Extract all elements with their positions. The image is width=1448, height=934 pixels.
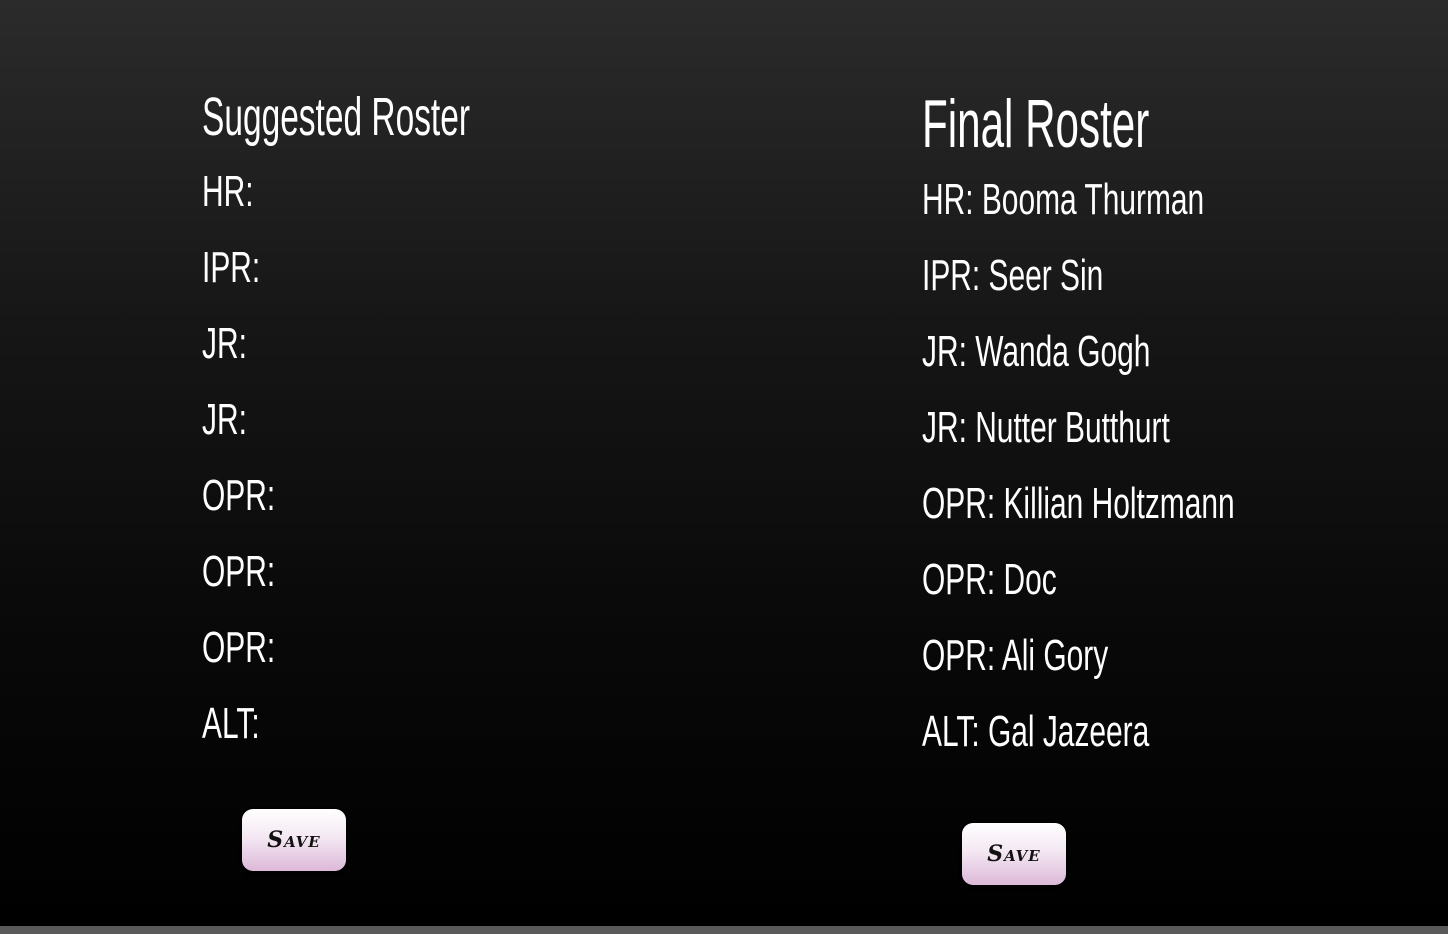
roster-row-3: JR: Wanda Gogh	[922, 326, 1422, 402]
final-roster-title: Final Roster	[922, 86, 1150, 162]
role-label: JR:	[922, 327, 967, 376]
role-label: OPR:	[202, 547, 276, 596]
final-roster-panel: Final Roster HR: Booma Thurman IPR: Seer …	[922, 86, 1422, 782]
member-name: Gal Jazeera	[987, 707, 1150, 756]
roster-row-5: OPR: Killian Holtzmann	[922, 478, 1422, 554]
roster-row-6: OPR:	[202, 546, 762, 622]
member-name: Nutter Butthurt	[975, 403, 1170, 452]
roster-row-text: ALT: Gal Jazeera	[922, 706, 1149, 758]
suggested-roster-panel: Suggested Roster HR: IPR: JR: JR: OPR: O…	[202, 86, 762, 774]
member-name: Booma Thurman	[981, 175, 1205, 224]
role-label: OPR:	[202, 471, 276, 520]
role-label: HR:	[922, 175, 974, 224]
roster-row-text: IPR:	[202, 242, 260, 294]
suggested-roster-title: Suggested Roster	[202, 87, 471, 147]
roster-row-text: OPR:	[202, 622, 275, 674]
roster-row-2: IPR: Seer Sin	[922, 250, 1422, 326]
member-name: Seer Sin	[988, 251, 1104, 300]
roster-row-text: JR: Nutter Butthurt	[922, 402, 1170, 454]
roster-page: Suggested Roster HR: IPR: JR: JR: OPR: O…	[0, 0, 1448, 926]
roster-row-text: OPR:	[202, 470, 275, 522]
role-label: IPR:	[922, 251, 981, 300]
roster-row-text: JR: Wanda Gogh	[922, 326, 1150, 378]
role-label: ALT:	[922, 707, 980, 756]
role-label: OPR:	[922, 631, 996, 680]
roster-row-text: HR:	[202, 166, 254, 218]
member-name: Wanda Gogh	[975, 327, 1151, 376]
roster-row-4: JR:	[202, 394, 762, 470]
roster-row-7: OPR:	[202, 622, 762, 698]
role-label: OPR:	[922, 479, 996, 528]
final-save-label: Save	[987, 841, 1041, 867]
roster-row-7: OPR: Ali Gory	[922, 630, 1422, 706]
suggested-roster-list: HR: IPR: JR: JR: OPR: OPR: OPR: ALT:	[202, 166, 762, 774]
role-label: HR:	[202, 167, 254, 216]
role-label: JR:	[202, 395, 247, 444]
member-name: Ali Gory	[1001, 631, 1109, 680]
final-save-button[interactable]: Save	[962, 823, 1066, 885]
roster-row-text: OPR:	[202, 546, 275, 598]
roster-row-text: OPR: Doc	[922, 554, 1057, 606]
role-label: OPR:	[922, 555, 996, 604]
roster-row-text: IPR: Seer Sin	[922, 250, 1103, 302]
roster-row-text: OPR: Ali Gory	[922, 630, 1108, 682]
roster-row-1: HR:	[202, 166, 762, 242]
roster-row-text: JR:	[202, 394, 247, 446]
roster-row-text: JR:	[202, 318, 247, 370]
roster-row-6: OPR: Doc	[922, 554, 1422, 630]
role-label: OPR:	[202, 623, 276, 672]
roster-row-text: HR: Booma Thurman	[922, 174, 1204, 226]
suggested-save-button[interactable]: Save	[242, 809, 346, 871]
member-name: Doc	[1003, 555, 1057, 604]
role-label: IPR:	[202, 243, 261, 292]
role-label: ALT:	[202, 699, 260, 748]
roster-row-8: ALT:	[202, 698, 762, 774]
roster-row-text: OPR: Killian Holtzmann	[922, 478, 1235, 530]
roster-row-5: OPR:	[202, 470, 762, 546]
roster-row-1: HR: Booma Thurman	[922, 174, 1422, 250]
role-label: JR:	[922, 403, 967, 452]
roster-row-4: JR: Nutter Butthurt	[922, 402, 1422, 478]
roster-row-3: JR:	[202, 318, 762, 394]
roster-row-text: ALT:	[202, 698, 260, 750]
final-roster-list: HR: Booma Thurman IPR: Seer Sin JR: Wanda …	[922, 174, 1422, 782]
suggested-save-label: Save	[267, 827, 321, 853]
role-label: JR:	[202, 319, 247, 368]
roster-row-8: ALT: Gal Jazeera	[922, 706, 1422, 782]
roster-row-2: IPR:	[202, 242, 762, 318]
member-name: Killian Holtzmann	[1003, 479, 1235, 528]
